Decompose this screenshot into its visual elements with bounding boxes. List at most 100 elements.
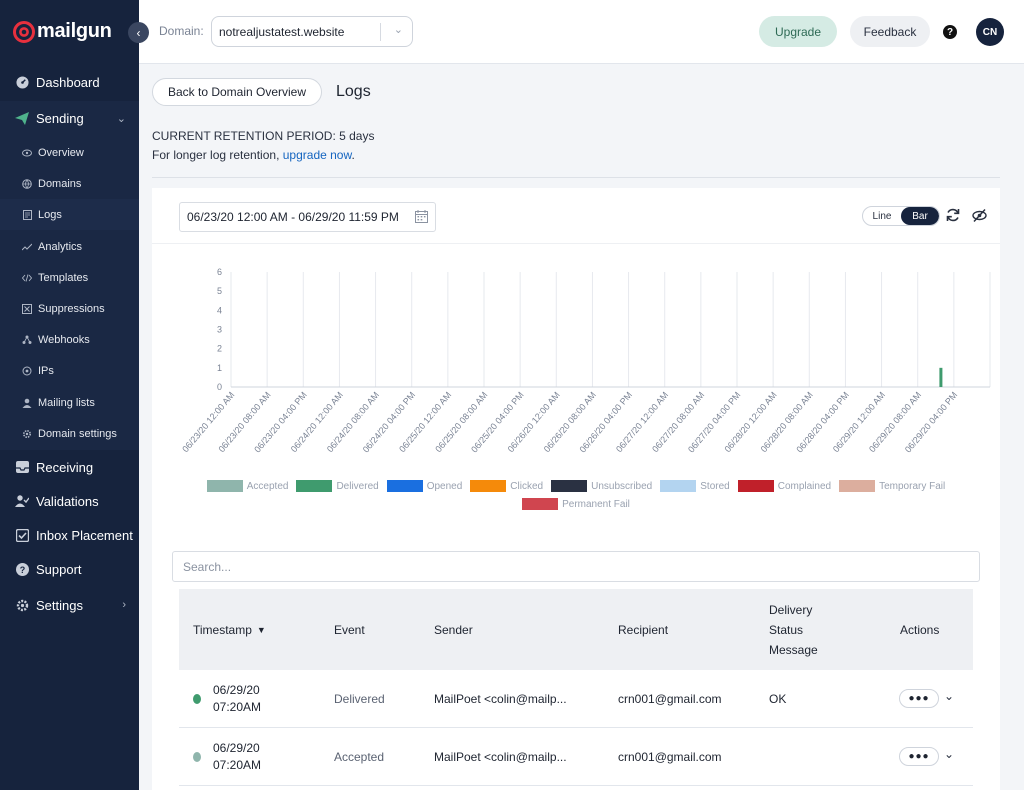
- chart-legend: Accepted Delivered Opened Clicked Unsubscrib…: [152, 480, 1000, 492]
- domain-select-value: notrealjustatest.website: [219, 24, 345, 39]
- block-icon: [22, 303, 32, 314]
- retention-note: For longer log retention, upgrade now.: [152, 148, 355, 162]
- chart-bars: [939, 367, 943, 387]
- expand-row-chevron-icon[interactable]: ⌄: [944, 747, 954, 761]
- recipient-cell: crn001@gmail.com: [618, 692, 722, 706]
- legend-item-clicked[interactable]: Clicked: [470, 480, 543, 492]
- feedback-button[interactable]: Feedback: [850, 16, 930, 47]
- mailgun-logo[interactable]: mailgun: [13, 20, 112, 43]
- inbox-icon: [15, 460, 29, 474]
- sidebar-subitem-label: Templates: [38, 271, 89, 284]
- divider: [152, 177, 1000, 178]
- person-icon: [22, 398, 32, 408]
- expand-row-chevron-icon[interactable]: ⌄: [944, 689, 954, 703]
- legend-swatch: [737, 480, 774, 492]
- x-axis-ticks: 06/23/20 12:00 AM06/23/20 08:00 AM06/23/…: [180, 390, 959, 455]
- sidebar-subitem-analytics[interactable]: Analytics: [0, 231, 139, 262]
- legend-swatch: [839, 480, 876, 492]
- sidebar-item-dashboard[interactable]: Dashboard: [0, 65, 139, 99]
- legend-item-temporary-fail[interactable]: Temporary Fail: [839, 480, 945, 492]
- sidebar-subitem-overview[interactable]: Overview: [0, 137, 139, 168]
- eye-icon: [22, 148, 32, 158]
- hide-chart-icon[interactable]: [972, 208, 987, 223]
- upgrade-button[interactable]: Upgrade: [759, 16, 837, 47]
- more-actions-button[interactable]: ●●●: [899, 747, 939, 766]
- delivery-status-header-line-3: Message: [769, 643, 818, 657]
- sidebar-subitem-templates[interactable]: Templates: [0, 262, 139, 293]
- table-row[interactable]: 06/29/20 07:20AM Accepted MailPoet <coli…: [179, 728, 973, 786]
- user-check-icon: [15, 494, 29, 508]
- table-header: Timestamp ▼ Event Sender Recipient Deliv…: [179, 589, 973, 670]
- domain-label: Domain:: [159, 24, 204, 38]
- more-actions-button[interactable]: ●●●: [899, 689, 939, 708]
- legend-item-permanent-fail[interactable]: Permanent Fail: [522, 498, 630, 510]
- sort-desc-icon: ▼: [256, 625, 266, 635]
- upgrade-now-link[interactable]: upgrade now: [283, 148, 352, 162]
- delivery-status-header: Delivery Status Message: [769, 600, 818, 660]
- table-row[interactable]: 06/29/20 07:20AM Delivered MailPoet <col…: [179, 670, 973, 728]
- sidebar-item-settings[interactable]: Settings ›: [0, 588, 139, 622]
- sidebar-item-support[interactable]: ? Support: [0, 552, 139, 586]
- y-tick-label: 4: [217, 305, 222, 315]
- bar-toggle[interactable]: Bar: [901, 207, 939, 225]
- search-input[interactable]: [172, 551, 980, 582]
- help-icon[interactable]: ?: [943, 25, 957, 39]
- webhook-icon: [22, 335, 32, 345]
- sender-cell: MailPoet <colin@mailp...: [434, 692, 567, 706]
- refresh-icon[interactable]: [946, 208, 960, 222]
- sidebar-item-label: Settings: [36, 597, 83, 613]
- sidebar-subitem-domain-settings[interactable]: Domain settings: [0, 418, 139, 449]
- date-range-picker[interactable]: 06/23/20 12:00 AM - 06/29/20 11:59 PM: [179, 202, 436, 232]
- sidebar-subitem-ips[interactable]: IPs: [0, 355, 139, 386]
- timestamp-cell: 06/29/20 07:20AM: [213, 682, 261, 716]
- sidebar-item-label: Inbox Placement: [36, 527, 133, 543]
- legend-item-opened[interactable]: Opened: [386, 480, 463, 492]
- logo-text: mailgun: [37, 20, 112, 42]
- sidebar-item-inbox-placement[interactable]: Inbox Placement: [0, 518, 139, 552]
- chart-toolbar-divider: [152, 243, 1000, 244]
- sidebar-item-sending[interactable]: Sending ⌄: [0, 101, 139, 135]
- avatar[interactable]: CN: [976, 18, 1004, 46]
- legend-label: Opened: [426, 480, 463, 492]
- sidebar-item-label: Dashboard: [36, 74, 100, 90]
- sidebar-subitem-webhooks[interactable]: Webhooks: [0, 324, 139, 355]
- domain-select[interactable]: notrealjustatest.website ⌄: [211, 16, 413, 47]
- legend-swatch: [551, 480, 588, 492]
- sidebar-subitem-mailing-lists[interactable]: Mailing lists: [0, 387, 139, 418]
- location-icon: [22, 366, 32, 376]
- sidebar-item-validations[interactable]: Validations: [0, 484, 139, 518]
- legend-swatch: [296, 480, 333, 492]
- chevron-down-icon: ⌄: [116, 112, 126, 125]
- back-to-domain-overview-button[interactable]: Back to Domain Overview: [152, 78, 322, 106]
- sidebar: mailgun Dashboard Sending ⌄ Overview Dom…: [0, 0, 139, 790]
- collapse-sidebar-button[interactable]: ‹: [128, 22, 149, 43]
- legend-item-delivered[interactable]: Delivered: [296, 480, 379, 492]
- sidebar-item-label: Support: [36, 561, 82, 577]
- svg-text:?: ?: [19, 565, 25, 575]
- recipient-header: Recipient: [618, 623, 669, 637]
- legend-item-accepted[interactable]: Accepted: [206, 480, 289, 492]
- sidebar-subitem-suppressions[interactable]: Suppressions: [0, 293, 139, 324]
- legend-item-complained[interactable]: Complained: [737, 480, 831, 492]
- y-tick-label: 2: [217, 344, 222, 354]
- legend-label: Temporary Fail: [879, 480, 946, 492]
- dashboard-icon: [15, 75, 29, 89]
- retention-note-end: .: [351, 148, 355, 162]
- status-dot: [193, 752, 201, 762]
- timestamp-time: 07:20AM: [213, 700, 262, 714]
- legend-label: Accepted: [246, 480, 289, 492]
- legend-swatch: [470, 480, 507, 492]
- timestamp-header[interactable]: Timestamp ▼: [193, 620, 266, 640]
- y-tick-label: 1: [217, 363, 222, 373]
- legend-item-stored[interactable]: Stored: [660, 480, 730, 492]
- sidebar-subitem-domains[interactable]: Domains: [0, 168, 139, 199]
- sidebar-subitem-label: Overview: [38, 146, 84, 159]
- chart-grid: [230, 272, 991, 388]
- legend-item-unsubscribed[interactable]: Unsubscribed: [551, 480, 652, 492]
- line-toggle[interactable]: Line: [863, 207, 901, 225]
- sidebar-item-receiving[interactable]: Receiving: [0, 450, 139, 484]
- more-dots-icon: ●●●: [908, 693, 930, 704]
- sidebar-subitem-label: Domain settings: [38, 427, 117, 440]
- sidebar-subitem-logs[interactable]: Logs: [0, 199, 139, 230]
- sidebar-subitem-label: Webhooks: [38, 333, 90, 346]
